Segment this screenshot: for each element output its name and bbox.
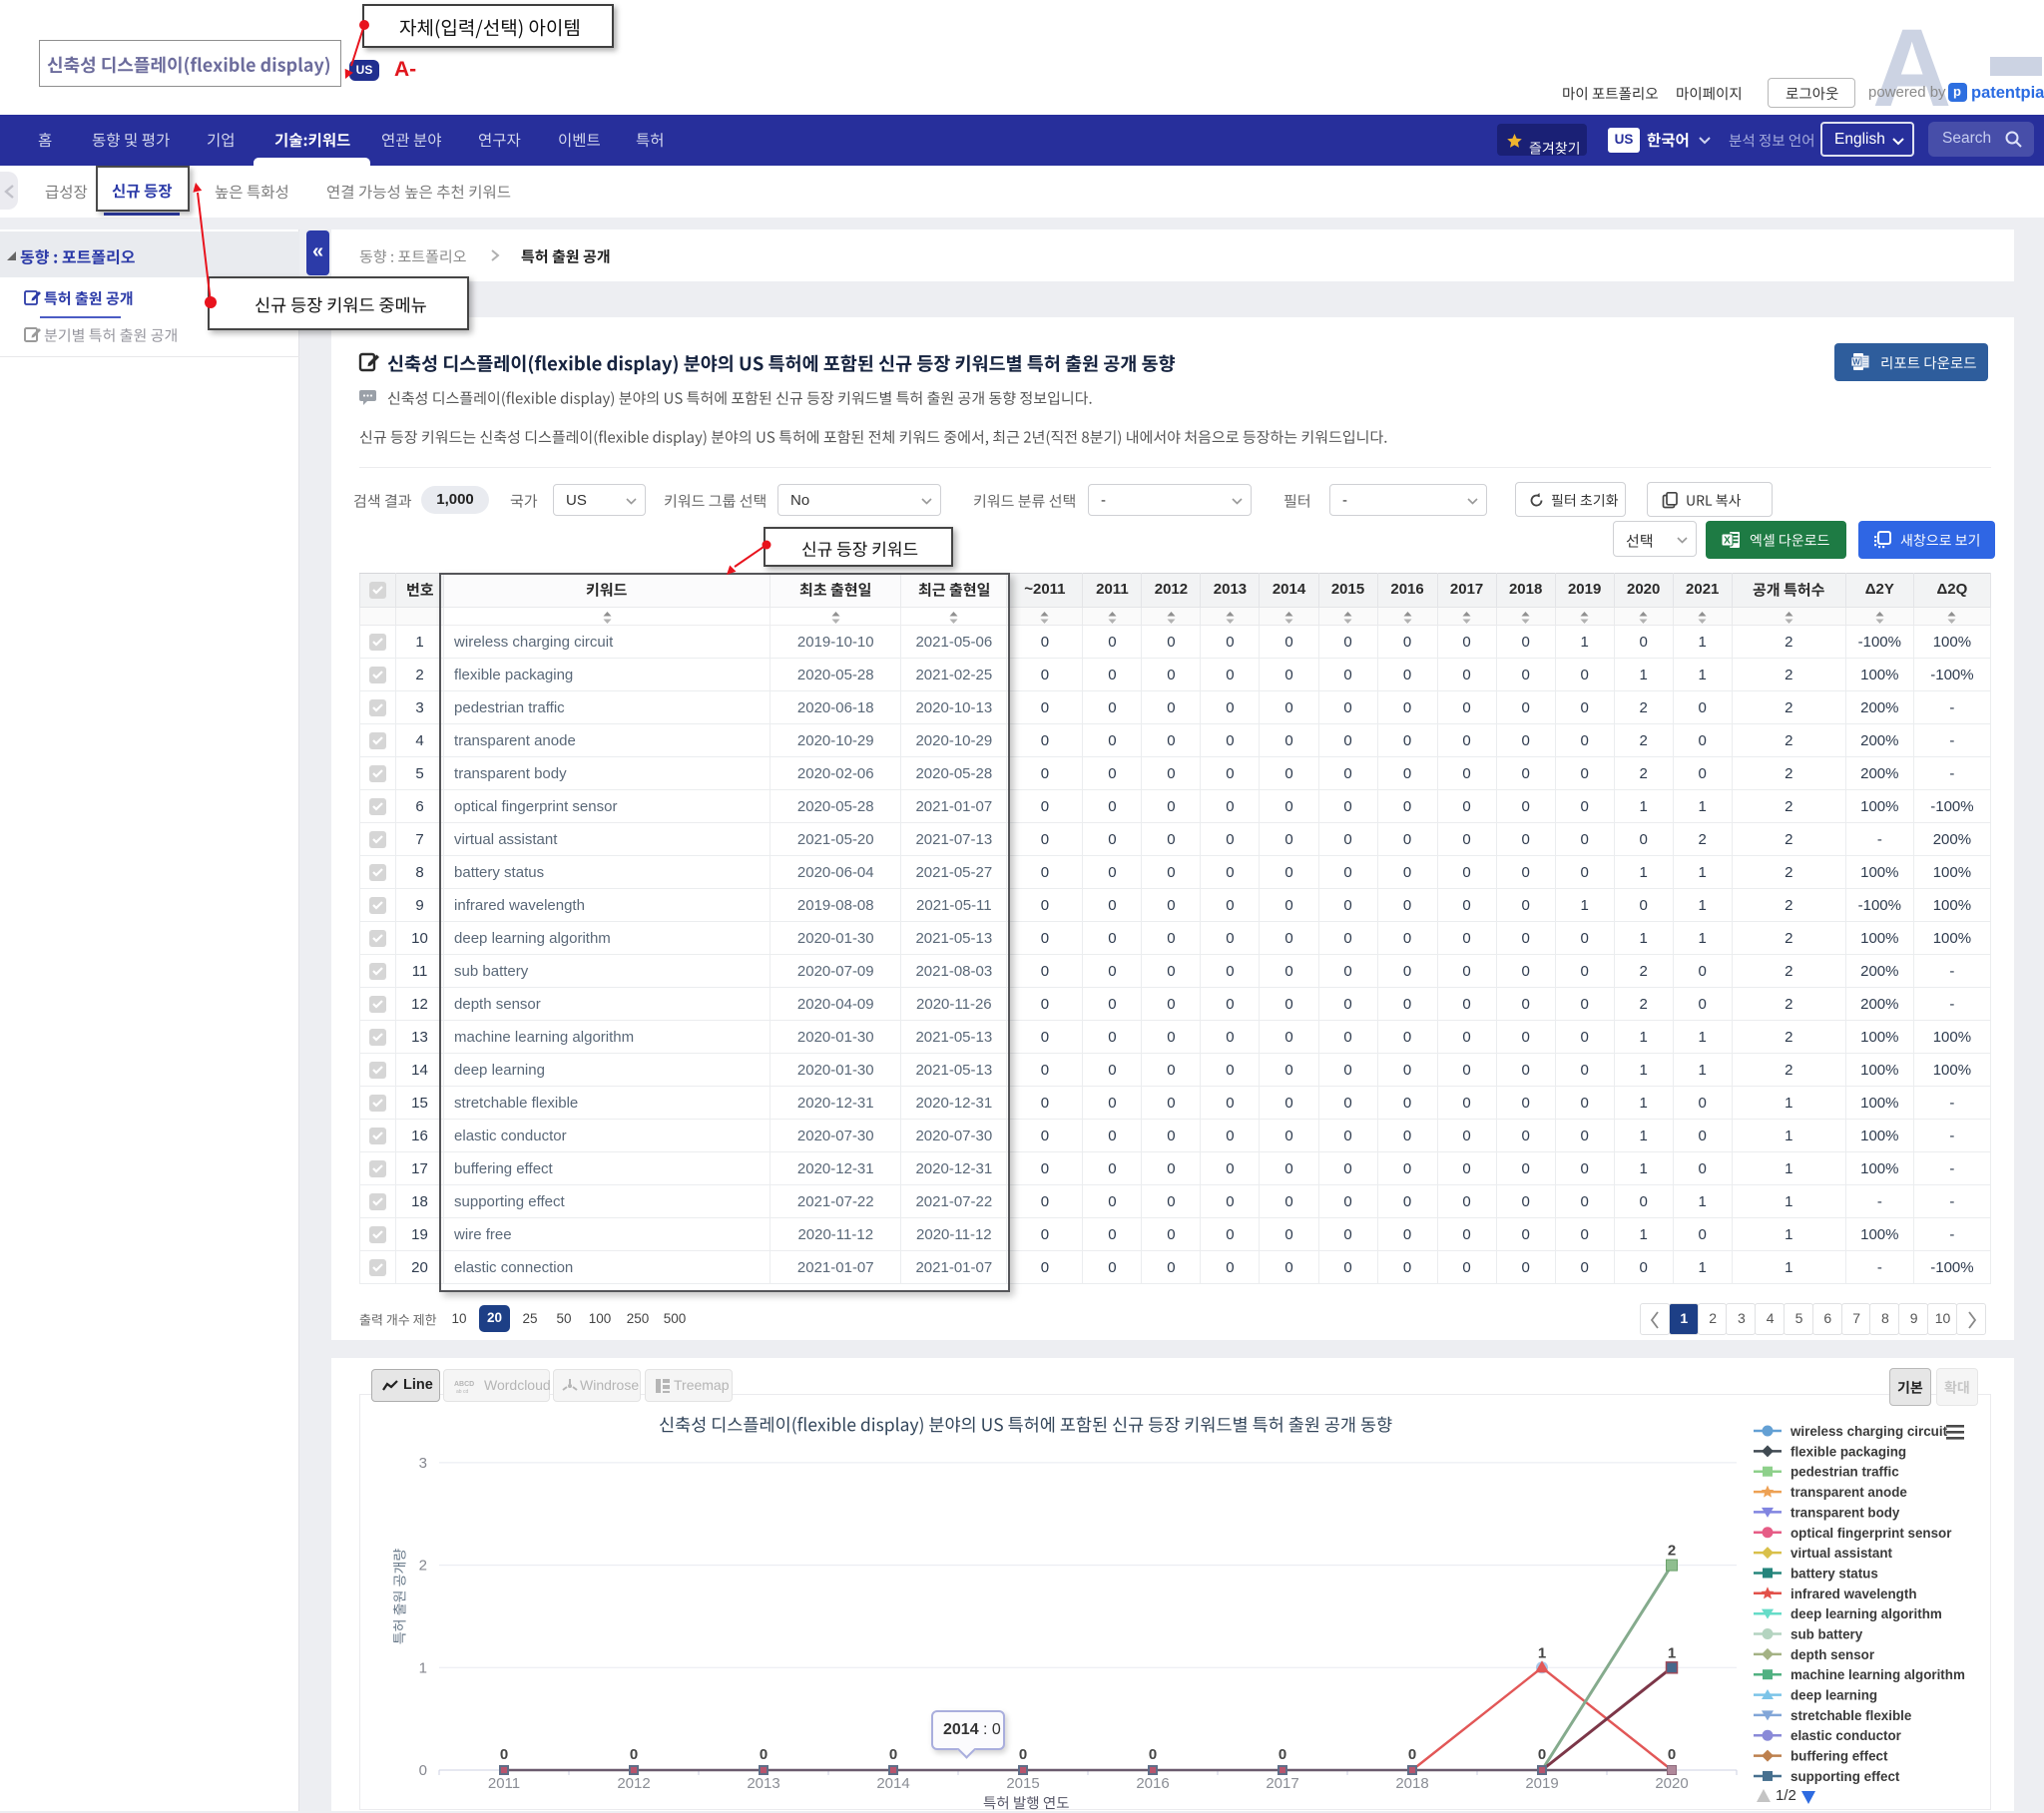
svg-text:deep learning algorithm: deep learning algorithm [1790,1606,1942,1621]
svg-text:battery status: battery status [1790,1567,1878,1582]
svg-text:0: 0 [630,1746,638,1763]
svg-text:X: X [1724,536,1731,547]
svg-text:2020: 2020 [1655,1775,1688,1792]
svg-text:0: 0 [1278,1746,1286,1763]
svg-text:pedestrian traffic: pedestrian traffic [1790,1465,1899,1480]
svg-text:transparent body: transparent body [1790,1505,1900,1520]
svg-text:0: 0 [889,1746,897,1763]
svg-text:0: 0 [1408,1746,1416,1763]
svg-text:1: 1 [419,1659,427,1676]
svg-text:1: 1 [1668,1644,1676,1661]
svg-text:0: 0 [760,1746,767,1763]
svg-text:A: A [1872,7,1951,130]
svg-text:deep learning: deep learning [1790,1688,1877,1703]
svg-text:2012: 2012 [617,1775,650,1792]
svg-text:0: 0 [500,1746,508,1763]
svg-text:2019: 2019 [1525,1775,1558,1792]
svg-text:0: 0 [1019,1746,1027,1763]
svg-text:flexible packaging: flexible packaging [1790,1444,1906,1459]
svg-text:2: 2 [419,1558,427,1575]
svg-text:0: 0 [1538,1746,1546,1763]
svg-text:0: 0 [1668,1746,1676,1763]
svg-text:2011: 2011 [488,1775,520,1792]
svg-text:2: 2 [1668,1543,1676,1560]
svg-text:machine learning algorithm: machine learning algorithm [1790,1667,1965,1682]
svg-text:supporting effect: supporting effect [1790,1769,1900,1784]
svg-text:virtual assistant: virtual assistant [1790,1546,1893,1561]
svg-text:1: 1 [1538,1644,1546,1661]
svg-text:sub battery: sub battery [1790,1627,1863,1642]
svg-text:2014: 2014 [876,1775,909,1792]
svg-text:0: 0 [1149,1746,1157,1763]
svg-text:0: 0 [419,1762,427,1779]
svg-text:2016: 2016 [1136,1775,1169,1792]
svg-text:wireless charging circuit: wireless charging circuit [1789,1424,1948,1439]
svg-text:depth sensor: depth sensor [1790,1647,1875,1662]
svg-text:stretchable flexible: stretchable flexible [1790,1708,1911,1723]
svg-text:2015: 2015 [1006,1775,1039,1792]
svg-text:2017: 2017 [1266,1775,1298,1792]
svg-text:infrared wavelength: infrared wavelength [1790,1586,1917,1601]
svg-text:buffering effect: buffering effect [1790,1749,1888,1764]
svg-text:2013: 2013 [747,1775,779,1792]
svg-text:optical fingerprint sensor: optical fingerprint sensor [1790,1526,1952,1541]
svg-text:W: W [1852,358,1860,367]
svg-text:transparent anode: transparent anode [1790,1485,1907,1500]
svg-text:3: 3 [419,1455,427,1472]
svg-text:2018: 2018 [1395,1775,1428,1792]
svg-text:elastic conductor: elastic conductor [1790,1728,1902,1743]
